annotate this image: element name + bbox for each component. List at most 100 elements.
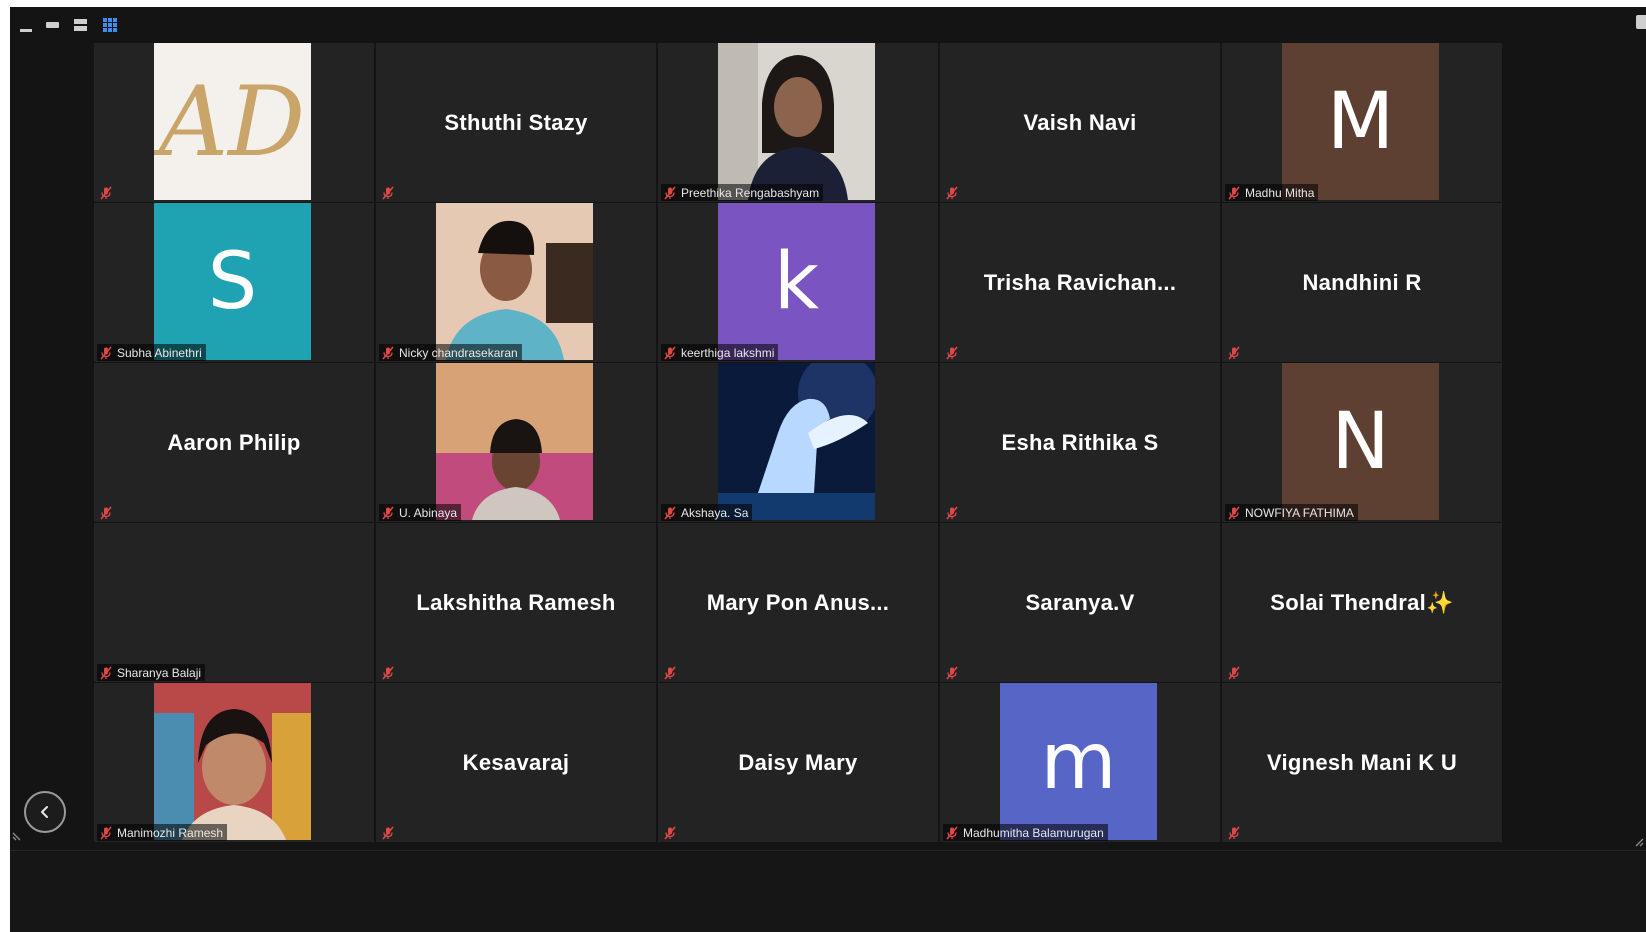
participant-tile[interactable]: M Madhu Mitha — [1222, 43, 1502, 202]
participant-tile[interactable]: U. Abinaya — [376, 363, 656, 522]
participant-tile[interactable]: Aaron Philip — [94, 363, 374, 522]
participant-name-label: Sharanya Balaji — [117, 665, 202, 680]
participant-tile[interactable]: Preethika Rengabashyam — [658, 43, 938, 202]
participant-nameplate — [943, 344, 963, 361]
mic-muted-icon — [664, 665, 676, 680]
participant-tile[interactable]: N NOWFIYA FATHIMA — [1222, 363, 1502, 522]
participant-name-label: NOWFIYA FATHIMA — [1245, 505, 1354, 520]
participant-nameplate: Sharanya Balaji — [97, 664, 206, 681]
participant-video — [436, 203, 593, 360]
participant-name-label: Manimozhi Ramesh — [117, 825, 224, 840]
participant-nameplate — [379, 664, 399, 681]
minimize-view-button[interactable] — [18, 17, 36, 33]
participant-display-name: Saranya.V — [1025, 589, 1135, 615]
participant-tile[interactable]: Sthuthi Stazy — [376, 43, 656, 202]
participant-nameplate: Akshaya. Sa — [661, 504, 753, 521]
participant-nameplate — [97, 504, 117, 521]
participant-display-name: Lakshitha Ramesh — [416, 589, 616, 615]
participant-display-name: Daisy Mary — [738, 749, 858, 775]
participant-tile[interactable]: k keerthiga lakshmi — [658, 203, 938, 362]
mic-muted-icon — [1228, 185, 1240, 200]
participant-display-name: Mary Pon Anus... — [706, 589, 890, 615]
participant-nameplate: Manimozhi Ramesh — [97, 824, 228, 841]
participant-nameplate: Nicky chandrasekaran — [379, 344, 522, 361]
participant-name-label: Subha Abinethri — [117, 345, 202, 360]
avatar: M — [1282, 43, 1439, 200]
participant-name-label: keerthiga lakshmi — [681, 345, 775, 360]
speaker-view-button[interactable] — [72, 17, 90, 33]
participant-nameplate: keerthiga lakshmi — [661, 344, 779, 361]
previous-page-button[interactable] — [24, 791, 66, 833]
participant-tile[interactable]: Vignesh Mani K U — [1222, 683, 1502, 842]
participant-nameplate — [1225, 664, 1245, 681]
resize-handle-icon[interactable] — [1632, 835, 1644, 847]
participant-name-label: Preethika Rengabashyam — [681, 185, 820, 200]
participant-nameplate — [943, 664, 963, 681]
avatar: S — [154, 203, 311, 360]
mic-muted-icon — [1228, 665, 1240, 680]
mic-muted-icon — [946, 345, 958, 360]
view-toolbar — [10, 7, 1646, 41]
mic-muted-icon — [946, 665, 958, 680]
participant-tile[interactable]: Mary Pon Anus... — [658, 523, 938, 682]
participant-nameplate — [379, 184, 399, 201]
participant-display-name: Trisha Ravichan... — [983, 269, 1177, 295]
participant-nameplate — [943, 504, 963, 521]
avatar: k — [718, 203, 875, 360]
mic-muted-icon — [664, 505, 676, 520]
participant-tile[interactable]: Solai Thendral✨ — [1222, 523, 1502, 682]
participant-tile[interactable]: Nicky chandrasekaran — [376, 203, 656, 362]
participant-name-label: Madhumitha Balamurugan — [963, 825, 1104, 840]
participant-display-name: Vaish Navi — [1023, 109, 1137, 135]
participant-tile[interactable]: S Subha Abinethri — [94, 203, 374, 362]
participant-tile[interactable]: Kesavaraj — [376, 683, 656, 842]
participant-nameplate: Madhumitha Balamurugan — [943, 824, 1108, 841]
svg-text:AD: AD — [154, 66, 305, 178]
participant-nameplate — [1225, 344, 1245, 361]
participant-nameplate: NOWFIYA FATHIMA — [1225, 504, 1358, 521]
mic-muted-icon — [946, 825, 958, 840]
mic-muted-icon — [1228, 345, 1240, 360]
participant-tile[interactable]: Esha Rithika S — [940, 363, 1220, 522]
participant-display-name: Kesavaraj — [462, 749, 570, 775]
participant-nameplate: Preethika Rengabashyam — [661, 184, 824, 201]
participant-tile[interactable]: Nandhini R — [1222, 203, 1502, 362]
participant-tile[interactable]: Vaish Navi — [940, 43, 1220, 202]
mic-muted-icon — [664, 185, 676, 200]
grid-icon — [103, 18, 117, 32]
mic-muted-icon — [382, 825, 394, 840]
mic-muted-icon — [946, 185, 958, 200]
mic-muted-icon — [382, 665, 394, 680]
participant-nameplate: Subha Abinethri — [97, 344, 206, 361]
resize-handle-icon[interactable] — [12, 829, 24, 841]
exit-fullscreen-icon[interactable] — [1636, 15, 1646, 29]
participant-name-label: U. Abinaya — [399, 505, 458, 520]
participant-gallery: AD Sthuthi Stazy Preethika Rengabashyam Vai… — [94, 43, 1502, 843]
participant-video — [154, 683, 311, 840]
thumbnail-view-button[interactable] — [44, 17, 62, 33]
mic-muted-icon — [382, 345, 394, 360]
mic-muted-icon — [1228, 825, 1240, 840]
divider — [10, 850, 1646, 851]
participant-tile[interactable]: Daisy Mary — [658, 683, 938, 842]
avatar: N — [1282, 363, 1439, 520]
chevron-left-icon — [41, 806, 48, 818]
mic-muted-icon — [1228, 505, 1240, 520]
participant-display-name: Nandhini R — [1302, 269, 1422, 295]
participant-tile[interactable]: Akshaya. Sa — [658, 363, 938, 522]
participant-tile[interactable]: Trisha Ravichan... — [940, 203, 1220, 362]
participant-tile[interactable]: Manimozhi Ramesh — [94, 683, 374, 842]
participant-display-name: Aaron Philip — [167, 429, 301, 455]
participant-tile[interactable]: Lakshitha Ramesh — [376, 523, 656, 682]
gallery-view-button[interactable] — [102, 17, 120, 33]
participant-tile[interactable]: Sharanya Balaji — [94, 523, 374, 682]
mic-muted-icon — [100, 505, 112, 520]
participant-tile[interactable]: m Madhumitha Balamurugan — [940, 683, 1220, 842]
participant-nameplate: Madhu Mitha — [1225, 184, 1319, 201]
mic-muted-icon — [100, 665, 112, 680]
participant-tile[interactable]: Saranya.V — [940, 523, 1220, 682]
profile-picture — [718, 363, 875, 520]
participant-name-label: Madhu Mitha — [1245, 185, 1315, 200]
mic-muted-icon — [100, 345, 112, 360]
participant-tile[interactable]: AD — [94, 43, 374, 202]
